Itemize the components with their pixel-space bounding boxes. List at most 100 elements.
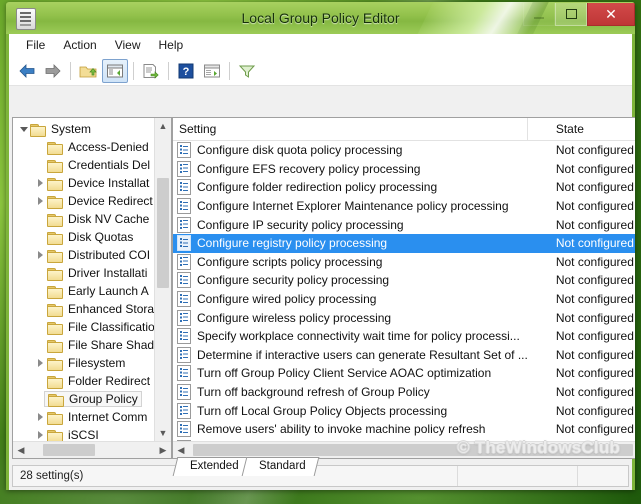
row-setting-name: Configure folder redirection policy proc… <box>197 180 438 195</box>
back-button[interactable] <box>15 60 39 82</box>
filter-funnel-icon <box>238 65 256 78</box>
policy-setting-icon <box>177 291 191 308</box>
policy-setting-icon <box>177 384 191 401</box>
menu-item-view[interactable]: View <box>106 36 150 54</box>
up-one-level-button[interactable] <box>76 60 100 82</box>
row-setting-name: Configure disk quota policy processing <box>197 143 403 158</box>
tree-node-disk-quotas[interactable]: Disk Quotas <box>13 228 154 246</box>
chevron-down-icon[interactable]: ▼ <box>155 425 171 441</box>
tab-extended[interactable]: Extended <box>172 457 252 476</box>
tree-node-disk-nv-cache[interactable]: Disk NV Cache <box>13 210 154 228</box>
policy-setting-icon <box>177 346 191 363</box>
policy-setting-icon <box>177 365 191 382</box>
tree-node-group-policy[interactable]: Group Policy <box>13 390 154 408</box>
tree-node-filesystem[interactable]: Filesystem <box>13 354 154 372</box>
folder-icon <box>30 123 46 137</box>
tree-node-driver-installati[interactable]: Driver Installati <box>13 264 154 282</box>
table-row[interactable]: Turn off Group Policy Client Service AOA… <box>173 364 635 383</box>
expand-arrow-closed-icon[interactable] <box>34 429 47 442</box>
chevron-right-icon[interactable]: ▶ <box>155 442 171 458</box>
list-hscroll-thumb[interactable] <box>193 444 633 456</box>
menu-item-action[interactable]: Action <box>54 36 105 54</box>
policy-setting-icon <box>177 402 191 419</box>
menu-item-help[interactable]: Help <box>150 36 193 54</box>
expand-arrow-open-icon[interactable] <box>17 123 30 136</box>
export-list-button[interactable] <box>139 60 163 82</box>
row-setting-name: Configure registry policy processing <box>197 236 388 251</box>
tree-scroll-thumb[interactable] <box>157 178 169 288</box>
expand-arrow-closed-icon[interactable] <box>34 177 47 190</box>
row-state-value: Not configured <box>555 217 634 232</box>
tree-node-access-denied[interactable]: Access-Denied <box>13 138 154 156</box>
tree-node-enhanced-stora[interactable]: Enhanced Stora <box>13 300 154 318</box>
tree-vertical-scrollbar[interactable]: ▲ ▼ <box>154 118 171 441</box>
forward-button[interactable] <box>41 60 65 82</box>
menu-item-file[interactable]: File <box>17 36 54 54</box>
close-button[interactable]: ✕ <box>587 3 635 26</box>
table-row[interactable]: Specify workplace connectivity wait time… <box>173 327 635 346</box>
policy-setting-icon <box>177 142 191 159</box>
chevron-up-icon[interactable]: ▲ <box>155 118 171 134</box>
chevron-left-icon[interactable]: ◀ <box>13 442 29 458</box>
table-row[interactable]: Configure EFS recovery policy processing… <box>173 160 635 179</box>
filter-button[interactable] <box>235 60 259 82</box>
table-row[interactable]: Determine if interactive users can gener… <box>173 346 635 365</box>
expand-arrow-closed-icon[interactable] <box>34 195 47 208</box>
status-cell-tertiary <box>578 466 628 486</box>
title-bar[interactable]: Local Group Policy Editor ✕ <box>6 2 635 34</box>
table-row[interactable]: Configure IP security policy processing N… <box>173 215 635 234</box>
table-row[interactable]: Configure scripts policy processing Not c… <box>173 253 635 272</box>
help-button[interactable]: ? <box>174 60 198 82</box>
tree-node-content: Distributed COI <box>47 248 150 263</box>
tree-horizontal-scrollbar[interactable]: ◀ ▶ <box>13 441 171 458</box>
table-row[interactable]: Configure folder redirection policy proc… <box>173 178 635 197</box>
tree-node-folder-redirect[interactable]: Folder Redirect <box>13 372 154 390</box>
table-row[interactable]: Turn off background refresh of Group Pol… <box>173 383 635 402</box>
table-row[interactable]: Configure security policy processing Not … <box>173 271 635 290</box>
tree-node-system[interactable]: System <box>13 120 154 138</box>
tree-node-iscsi[interactable]: iSCSI <box>13 426 154 441</box>
tree-node-early-launch-a[interactable]: Early Launch A <box>13 282 154 300</box>
tree-node-file-share-shad[interactable]: File Share Shad <box>13 336 154 354</box>
tree-node-content: Access-Denied <box>47 140 149 155</box>
tree-node-distributed-coi[interactable]: Distributed COI <box>13 246 154 264</box>
show-hide-console-tree-button[interactable] <box>102 59 128 83</box>
expand-arrow-closed-icon[interactable] <box>34 357 47 370</box>
row-setting-name: Determine if interactive users can gener… <box>197 347 528 362</box>
minimize-button[interactable] <box>523 3 555 26</box>
tab-standard-label: Standard <box>258 460 306 472</box>
tree-node-device-installat[interactable]: Device Installat <box>13 174 154 192</box>
tree-node-label: Filesystem <box>68 356 126 370</box>
tree-node-internet-comm[interactable]: Internet Comm <box>13 408 154 426</box>
tree-node-credentials-del[interactable]: Credentials Del <box>13 156 154 174</box>
table-row[interactable]: Configure registry policy processing Not … <box>173 233 635 253</box>
table-row[interactable]: Configure wired policy processing Not con… <box>173 290 635 309</box>
row-state-value: Not configured <box>555 292 634 307</box>
expand-arrow-closed-icon[interactable] <box>34 411 47 424</box>
column-header-setting[interactable]: Setting <box>173 118 528 140</box>
tab-extended-label: Extended <box>190 460 239 472</box>
console-tree[interactable]: System Access-Denied Credentials Del Device… <box>13 118 154 441</box>
chevron-left-icon[interactable]: ◀ <box>173 442 189 458</box>
row-state-value: Not configured <box>555 403 634 418</box>
tree-hscroll-thumb[interactable] <box>43 444 95 456</box>
tree-node-label: Disk NV Cache <box>68 212 150 226</box>
settings-rows[interactable]: Configure disk quota policy processing No… <box>173 141 635 441</box>
column-header-state[interactable]: State <box>528 118 635 140</box>
table-row[interactable]: Remove users' ability to invoke machine … <box>173 420 635 439</box>
table-row[interactable]: Configure Internet Explorer Maintenance … <box>173 197 635 216</box>
tab-standard[interactable]: Standard <box>241 457 319 476</box>
tree-node-device-redirect[interactable]: Device Redirect <box>13 192 154 210</box>
table-row[interactable]: Configure disk quota policy processing No… <box>173 141 635 160</box>
table-row[interactable]: Turn off Local Group Policy Objects proc… <box>173 401 635 420</box>
tree-node-file-classificatio[interactable]: File Classificatio <box>13 318 154 336</box>
minimize-icon <box>524 3 554 25</box>
folder-up-icon <box>79 66 97 78</box>
show-hide-action-pane-button[interactable] <box>200 60 224 82</box>
list-horizontal-scrollbar[interactable]: ◀ ▶ <box>173 441 635 458</box>
maximize-button[interactable] <box>555 3 587 26</box>
expand-arrow-closed-icon[interactable] <box>34 249 47 262</box>
table-row[interactable]: Configure wireless policy processing Not … <box>173 308 635 327</box>
